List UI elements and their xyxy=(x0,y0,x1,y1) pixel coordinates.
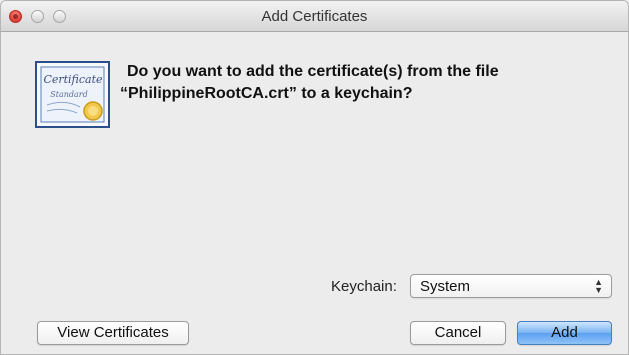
add-certificates-dialog: Add Certificates Certificate Standard Do… xyxy=(0,0,629,355)
message-line-1: Do you want to add the certificate(s) fr… xyxy=(127,63,499,80)
keychain-select[interactable]: System ▲ ▼ xyxy=(410,274,612,298)
certificate-icon: Certificate Standard xyxy=(35,61,110,128)
up-down-arrows-icon: ▲ ▼ xyxy=(594,277,603,295)
certificate-icon-subtitle: Standard xyxy=(50,90,87,99)
keychain-selected-value: System xyxy=(420,278,471,295)
title-bar: Add Certificates xyxy=(1,1,628,32)
certificate-icon-title: Certificate xyxy=(43,73,103,86)
cancel-button[interactable]: Cancel xyxy=(410,321,506,345)
confirmation-message: Do you want to add the certificate(s) fr… xyxy=(120,61,590,105)
window-title: Add Certificates xyxy=(261,8,368,25)
message-line-2: “PhilippineRootCA.crt” to a keychain? xyxy=(120,85,413,102)
keychain-label: Keychain: xyxy=(331,278,397,295)
add-button[interactable]: Add xyxy=(517,321,612,345)
view-certificates-button[interactable]: View Certificates xyxy=(37,321,189,345)
